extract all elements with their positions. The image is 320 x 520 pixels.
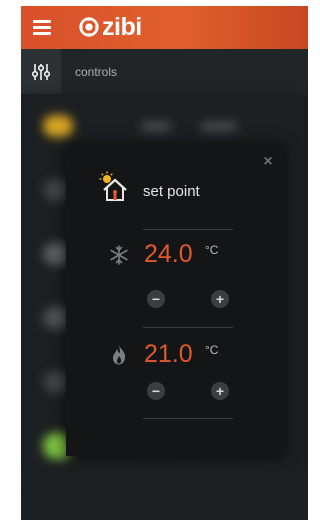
divider <box>143 327 233 328</box>
brand-name: zibi <box>102 12 142 41</box>
sliders-icon[interactable] <box>21 49 61 94</box>
page-title: controls <box>75 65 118 79</box>
snowflake-icon <box>110 245 128 265</box>
brand-logo: zibi <box>78 12 142 42</box>
heating-unit: °C <box>205 343 219 357</box>
house-sun-icon <box>99 171 127 201</box>
setpoint-dialog: × set point 24.0 °C − + 21.0 °C − + <box>66 146 284 456</box>
divider <box>143 229 233 230</box>
close-icon[interactable]: × <box>260 154 276 170</box>
flame-icon <box>113 345 126 365</box>
cooling-unit: °C <box>205 243 219 257</box>
app-header: zibi <box>21 6 308 49</box>
divider <box>143 418 233 419</box>
app-window: zibi controls × set point 24.0 °C − + 21… <box>21 6 308 520</box>
zibi-logo-icon <box>78 16 100 38</box>
cooling-increase-button[interactable]: + <box>211 290 229 308</box>
cooling-decrease-button[interactable]: − <box>147 290 165 308</box>
hamburger-menu-icon[interactable] <box>33 20 51 35</box>
dialog-title: set point <box>143 183 200 200</box>
heating-decrease-button[interactable]: − <box>147 382 165 400</box>
heating-increase-button[interactable]: + <box>211 382 229 400</box>
cooling-setpoint-value: 24.0 <box>144 240 193 268</box>
heating-setpoint-value: 21.0 <box>144 340 193 368</box>
section-bar: controls <box>21 49 308 94</box>
